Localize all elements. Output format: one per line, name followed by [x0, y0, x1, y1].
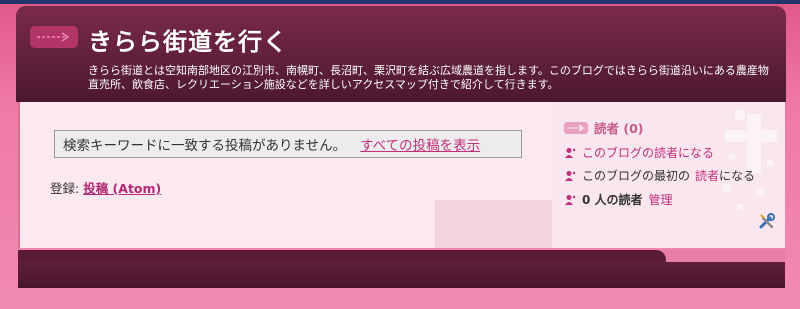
followers-title: 読者 (0) [594, 121, 644, 136]
person-icon [565, 147, 576, 158]
become-follower-row: このブログの読者になる [564, 144, 714, 161]
blog-title[interactable]: きらら街道を行く [88, 22, 288, 57]
footer-cap [18, 250, 666, 262]
search-status-message: 検索キーワードに一致する投稿がありません。 すべての投稿を表示 [54, 130, 522, 158]
content-area: 検索キーワードに一致する投稿がありません。 すべての投稿を表示 登録: 投稿 (… [18, 102, 785, 248]
blog-description: きらら街道とは空知南部地区の江別市、南幌町、長沼町、栗沢町を結ぶ広域農道を指しま… [88, 64, 769, 91]
edit-tools-icon[interactable] [758, 212, 776, 230]
arrow-icon [30, 26, 78, 48]
sidebar: 読者 (0) このブログの読者になる このブログの最初の 読者 になる 0 人の… [552, 102, 785, 248]
first-follower-prefix: このブログの最初の [582, 169, 691, 183]
followers-widget-title: 読者 (0) [564, 118, 643, 137]
show-all-posts-link[interactable]: すべての投稿を表示 [360, 134, 480, 154]
reader-count: 0 人の読者 [582, 193, 643, 207]
widget-arrow-icon [564, 121, 588, 134]
manage-link[interactable]: 管理 [649, 191, 673, 208]
become-follower-link[interactable]: このブログの読者になる [582, 144, 714, 161]
top-bar [0, 0, 800, 4]
person-icon [565, 170, 576, 181]
blog-header: きらら街道を行く きらら街道とは空知南部地区の江別市、南幌町、長沼町、栗沢町を結… [16, 6, 786, 102]
first-follower-link[interactable]: 読者 [695, 167, 719, 184]
subscribe-label: 登録: [50, 181, 80, 196]
footer-corner [648, 250, 785, 262]
first-follower-row: このブログの最初の 読者 になる [564, 167, 755, 184]
no-results-text: 検索キーワードに一致する投稿がありません。 [63, 138, 347, 154]
reader-count-row: 0 人の読者 管理 [564, 191, 673, 208]
person-icon [565, 194, 576, 205]
subscribe-row: 登録: 投稿 (Atom) [50, 178, 161, 197]
main-column: 検索キーワードに一致する投稿がありません。 すべての投稿を表示 登録: 投稿 (… [20, 102, 552, 248]
atom-feed-link[interactable]: 投稿 (Atom) [83, 181, 161, 196]
first-follower-suffix: になる [719, 169, 756, 183]
sidebar-decoration [723, 110, 777, 210]
main-column-lower [20, 200, 552, 248]
